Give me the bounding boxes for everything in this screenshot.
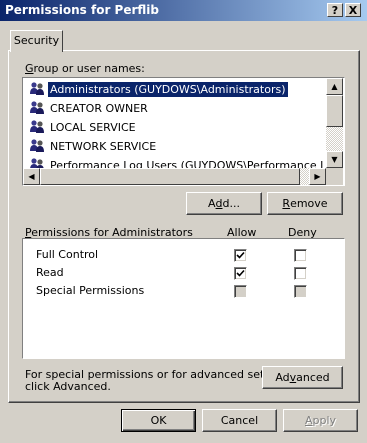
permissions-list: Full Control Read Special Permissions (23, 239, 344, 358)
user-list-item[interactable]: NETWORK SERVICE (29, 137, 325, 155)
apply-label-rest: pply (312, 414, 337, 427)
scroll-up-button[interactable]: ▲ (326, 78, 343, 95)
advanced-hint-line2: click Advanced. (25, 380, 111, 393)
user-group-icon (29, 138, 45, 154)
scroll-left-button[interactable]: ◀ (23, 168, 40, 185)
apply-label-mnemonic: A (304, 414, 313, 427)
allow-checkbox[interactable] (234, 285, 247, 298)
window-title: Permissions for Perflib (5, 3, 159, 17)
title-bar[interactable]: Permissions for Perflib ? X (0, 0, 367, 21)
user-list-item[interactable]: CREATOR OWNER (29, 99, 325, 117)
remove-label-rest: emove (290, 197, 328, 210)
users-label-mnemonic: G (25, 62, 34, 75)
help-icon: ? (331, 3, 339, 17)
user-group-icon (29, 81, 45, 97)
close-button[interactable]: X (345, 3, 361, 17)
scrollbar-corner (326, 168, 343, 185)
close-icon: X (348, 3, 358, 17)
remove-button[interactable]: Remove (267, 192, 343, 215)
remove-label-mnemonic: R (282, 197, 291, 210)
add-button[interactable]: Ad d... (186, 192, 262, 215)
user-name: NETWORK SERVICE (50, 139, 157, 153)
cancel-button[interactable]: Cancel (202, 409, 277, 432)
deny-checkbox[interactable] (294, 267, 307, 280)
users-list[interactable]: Administrators (GUYDOWS\Administrators) C… (23, 78, 344, 185)
arrow-up-icon: ▲ (331, 82, 338, 91)
ok-button[interactable]: OK (121, 409, 196, 432)
advanced-label-rest: anced (296, 371, 330, 384)
arrow-left-icon: ◀ (28, 172, 35, 181)
ok-label: OK (150, 414, 167, 427)
users-label-text: roup or user names: (33, 62, 145, 75)
cancel-label: Cancel (220, 414, 259, 427)
add-label-a: A (208, 197, 216, 210)
scroll-right-button[interactable]: ▶ (309, 168, 326, 185)
user-group-icon (29, 100, 45, 116)
permission-name: Full Control (36, 248, 99, 261)
allow-checkbox[interactable] (234, 267, 247, 280)
horizontal-scroll-thumb[interactable] (40, 168, 300, 185)
deny-checkbox[interactable] (294, 249, 307, 262)
apply-button[interactable]: Apply (283, 409, 358, 432)
scroll-down-button[interactable]: ▼ (326, 151, 343, 168)
user-group-icon (29, 119, 45, 135)
permission-name: Read (36, 266, 64, 279)
add-label-rest: d... (222, 197, 240, 210)
vertical-scroll-thumb[interactable] (326, 95, 343, 127)
advanced-label-start: Ad (275, 371, 290, 384)
arrow-right-icon: ▶ (314, 172, 321, 181)
permission-name: Special Permissions (36, 284, 145, 297)
arrow-down-icon: ▼ (331, 155, 338, 164)
advanced-button[interactable]: Ad v anced (262, 366, 343, 389)
allow-checkbox[interactable] (234, 249, 247, 262)
user-list-item[interactable]: Administrators (GUYDOWS\Administrators) (29, 80, 325, 98)
deny-checkbox[interactable] (294, 285, 307, 298)
tab-security[interactable]: Security (10, 30, 63, 52)
tab-security-label: Security (13, 34, 60, 47)
help-button[interactable]: ? (327, 3, 343, 17)
user-name: Administrators (GUYDOWS\Administrators) (48, 81, 288, 97)
users-label: Group or user names: (25, 62, 145, 75)
user-name: LOCAL SERVICE (50, 120, 136, 134)
user-name: CREATOR OWNER (50, 101, 148, 115)
add-label-mnemonic: d (215, 197, 223, 210)
user-list-item[interactable]: LOCAL SERVICE (29, 118, 325, 136)
